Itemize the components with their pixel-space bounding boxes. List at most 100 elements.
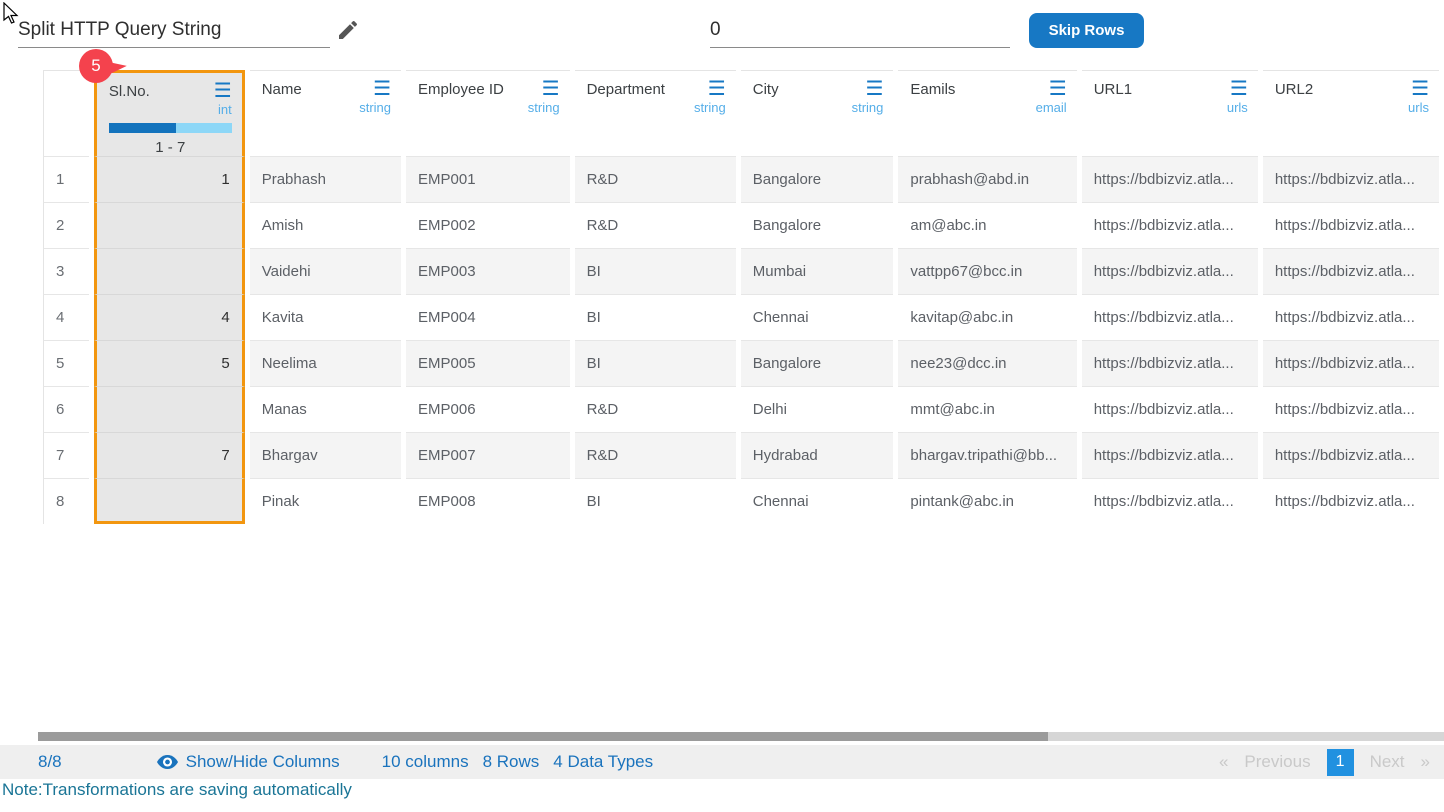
cell-url2[interactable]: https://bdbizviz.atla... — [1263, 294, 1439, 340]
column-header-department[interactable]: Department☰ string — [575, 70, 736, 156]
horizontal-scrollbar-track[interactable] — [38, 732, 1444, 741]
cell-url1[interactable]: https://bdbizviz.atla... — [1082, 386, 1258, 432]
cell-city[interactable]: Hydrabad — [741, 432, 894, 478]
row-number-cell[interactable]: 4 — [43, 294, 89, 340]
cell-city[interactable]: Delhi — [741, 386, 894, 432]
cell-url1[interactable]: https://bdbizviz.atla... — [1082, 202, 1258, 248]
cell-slno[interactable] — [94, 386, 245, 432]
cell-employee-id[interactable]: EMP005 — [406, 340, 570, 386]
cell-url1[interactable]: https://bdbizviz.atla... — [1082, 248, 1258, 294]
column-menu-icon[interactable]: ☰ — [708, 81, 726, 97]
row-number-cell[interactable]: 8 — [43, 478, 89, 524]
row-number-cell[interactable]: 2 — [43, 202, 89, 248]
last-page-arrow[interactable]: » — [1421, 752, 1430, 772]
cell-slno[interactable] — [94, 202, 245, 248]
column-menu-icon[interactable]: ☰ — [1230, 81, 1248, 97]
cell-email[interactable]: kavitap@abc.in — [898, 294, 1076, 340]
column-header-employee-id[interactable]: Employee ID☰ string — [406, 70, 570, 156]
cell-employee-id[interactable]: EMP006 — [406, 386, 570, 432]
cell-url2[interactable]: https://bdbizviz.atla... — [1263, 202, 1439, 248]
previous-page-button[interactable]: Previous — [1244, 752, 1310, 772]
cell-employee-id[interactable]: EMP008 — [406, 478, 570, 524]
cell-department[interactable]: BI — [575, 294, 736, 340]
column-header-url2[interactable]: URL2☰ urls — [1263, 70, 1439, 156]
cell-url2[interactable]: https://bdbizviz.atla... — [1263, 248, 1439, 294]
cell-department[interactable]: BI — [575, 340, 736, 386]
cell-name[interactable]: Prabhash — [250, 156, 401, 202]
cell-city[interactable]: Bangalore — [741, 340, 894, 386]
cell-slno[interactable]: 7 — [94, 432, 245, 478]
cell-city[interactable]: Bangalore — [741, 156, 894, 202]
cell-email[interactable]: prabhash@abd.in — [898, 156, 1076, 202]
skip-rows-button[interactable]: Skip Rows — [1029, 13, 1144, 48]
show-hide-columns-button[interactable]: Show/Hide Columns — [157, 752, 340, 772]
row-number-cell[interactable]: 5 — [43, 340, 89, 386]
cell-email[interactable]: bhargav.tripathi@bb... — [898, 432, 1076, 478]
cell-url2[interactable]: https://bdbizviz.atla... — [1263, 156, 1439, 202]
column-header-city[interactable]: City☰ string — [741, 70, 894, 156]
cell-slno[interactable]: 4 — [94, 294, 245, 340]
cell-url1[interactable]: https://bdbizviz.atla... — [1082, 432, 1258, 478]
cell-department[interactable]: R&D — [575, 386, 736, 432]
column-menu-icon[interactable]: ☰ — [1049, 81, 1067, 97]
cell-name[interactable]: Amish — [250, 202, 401, 248]
cell-city[interactable]: Bangalore — [741, 202, 894, 248]
cell-email[interactable]: nee23@dcc.in — [898, 340, 1076, 386]
transform-title-input[interactable] — [18, 12, 330, 48]
cell-email[interactable]: pintank@abc.in — [898, 478, 1076, 524]
cell-email[interactable]: mmt@abc.in — [898, 386, 1076, 432]
column-menu-icon[interactable]: ☰ — [542, 81, 560, 97]
cell-url2[interactable]: https://bdbizviz.atla... — [1263, 478, 1439, 524]
cell-slno[interactable]: 1 — [94, 156, 245, 202]
column-menu-icon[interactable]: ☰ — [865, 81, 883, 97]
cell-department[interactable]: BI — [575, 478, 736, 524]
cell-name[interactable]: Neelima — [250, 340, 401, 386]
cell-city[interactable]: Chennai — [741, 294, 894, 340]
cell-employee-id[interactable]: EMP002 — [406, 202, 570, 248]
row-number-cell[interactable]: 6 — [43, 386, 89, 432]
cell-name[interactable]: Manas — [250, 386, 401, 432]
cell-url1[interactable]: https://bdbizviz.atla... — [1082, 340, 1258, 386]
cell-city[interactable]: Chennai — [741, 478, 894, 524]
column-header-emails[interactable]: Eamils☰ email — [898, 70, 1076, 156]
column-label: Employee ID — [418, 81, 504, 98]
cell-email[interactable]: vattpp67@bcc.in — [898, 248, 1076, 294]
column-header-url1[interactable]: URL1☰ urls — [1082, 70, 1258, 156]
row-number-cell[interactable]: 1 — [43, 156, 89, 202]
cell-slno[interactable]: 5 — [94, 340, 245, 386]
column-menu-icon[interactable]: ☰ — [1411, 81, 1429, 97]
row-number-cell[interactable]: 3 — [43, 248, 89, 294]
column-menu-icon[interactable]: ☰ — [214, 83, 232, 99]
cell-url1[interactable]: https://bdbizviz.atla... — [1082, 294, 1258, 340]
cell-slno[interactable] — [94, 248, 245, 294]
horizontal-scrollbar-thumb[interactable] — [38, 732, 1048, 741]
cell-employee-id[interactable]: EMP001 — [406, 156, 570, 202]
cell-city[interactable]: Mumbai — [741, 248, 894, 294]
current-page-button[interactable]: 1 — [1327, 749, 1354, 776]
cell-name[interactable]: Pinak — [250, 478, 401, 524]
cell-department[interactable]: R&D — [575, 432, 736, 478]
cell-employee-id[interactable]: EMP004 — [406, 294, 570, 340]
cell-url2[interactable]: https://bdbizviz.atla... — [1263, 386, 1439, 432]
row-number-cell[interactable]: 7 — [43, 432, 89, 478]
first-page-arrow[interactable]: « — [1219, 752, 1228, 772]
cell-email[interactable]: am@abc.in — [898, 202, 1076, 248]
cell-name[interactable]: Vaidehi — [250, 248, 401, 294]
cell-name[interactable]: Bhargav — [250, 432, 401, 478]
edit-pencil-icon[interactable] — [336, 18, 360, 42]
cell-slno[interactable] — [94, 478, 245, 524]
cell-url2[interactable]: https://bdbizviz.atla... — [1263, 340, 1439, 386]
cell-employee-id[interactable]: EMP003 — [406, 248, 570, 294]
cell-department[interactable]: BI — [575, 248, 736, 294]
cell-url1[interactable]: https://bdbizviz.atla... — [1082, 156, 1258, 202]
cell-employee-id[interactable]: EMP007 — [406, 432, 570, 478]
column-menu-icon[interactable]: ☰ — [373, 81, 391, 97]
cell-url1[interactable]: https://bdbizviz.atla... — [1082, 478, 1258, 524]
cell-department[interactable]: R&D — [575, 202, 736, 248]
next-page-button[interactable]: Next — [1370, 752, 1405, 772]
cell-name[interactable]: Kavita — [250, 294, 401, 340]
skip-rows-input[interactable] — [710, 12, 1010, 48]
cell-url2[interactable]: https://bdbizviz.atla... — [1263, 432, 1439, 478]
cell-department[interactable]: R&D — [575, 156, 736, 202]
column-header-name[interactable]: Name☰ string — [250, 70, 401, 156]
